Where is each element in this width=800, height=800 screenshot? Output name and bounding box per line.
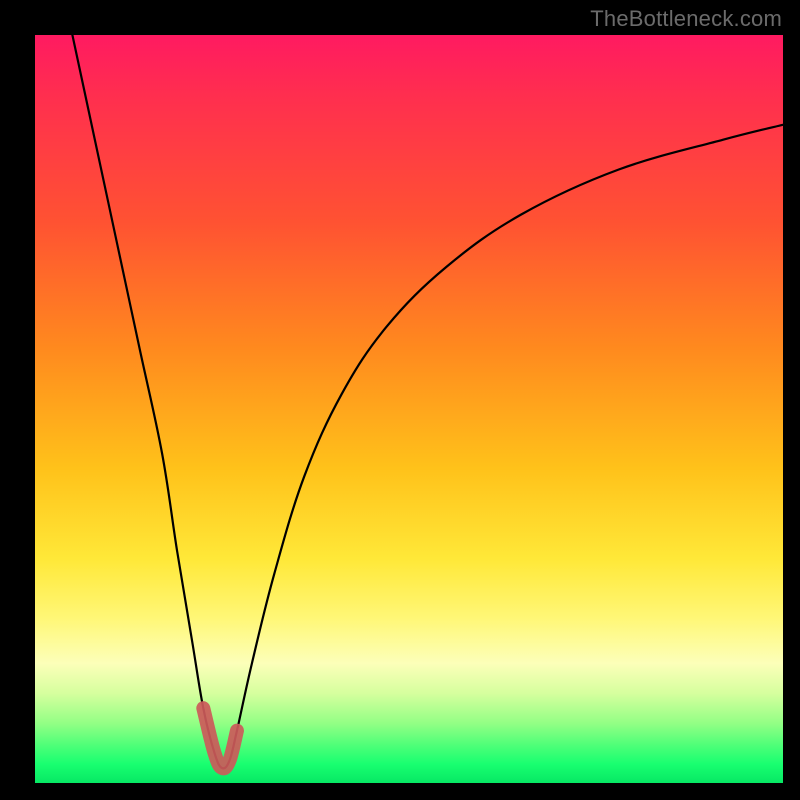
bottleneck-curve — [72, 35, 783, 768]
plot-area — [35, 35, 783, 783]
valley-highlight — [203, 708, 237, 768]
watermark-text: TheBottleneck.com — [590, 6, 782, 32]
chart-frame: TheBottleneck.com — [0, 0, 800, 800]
curve-layer — [35, 35, 783, 783]
